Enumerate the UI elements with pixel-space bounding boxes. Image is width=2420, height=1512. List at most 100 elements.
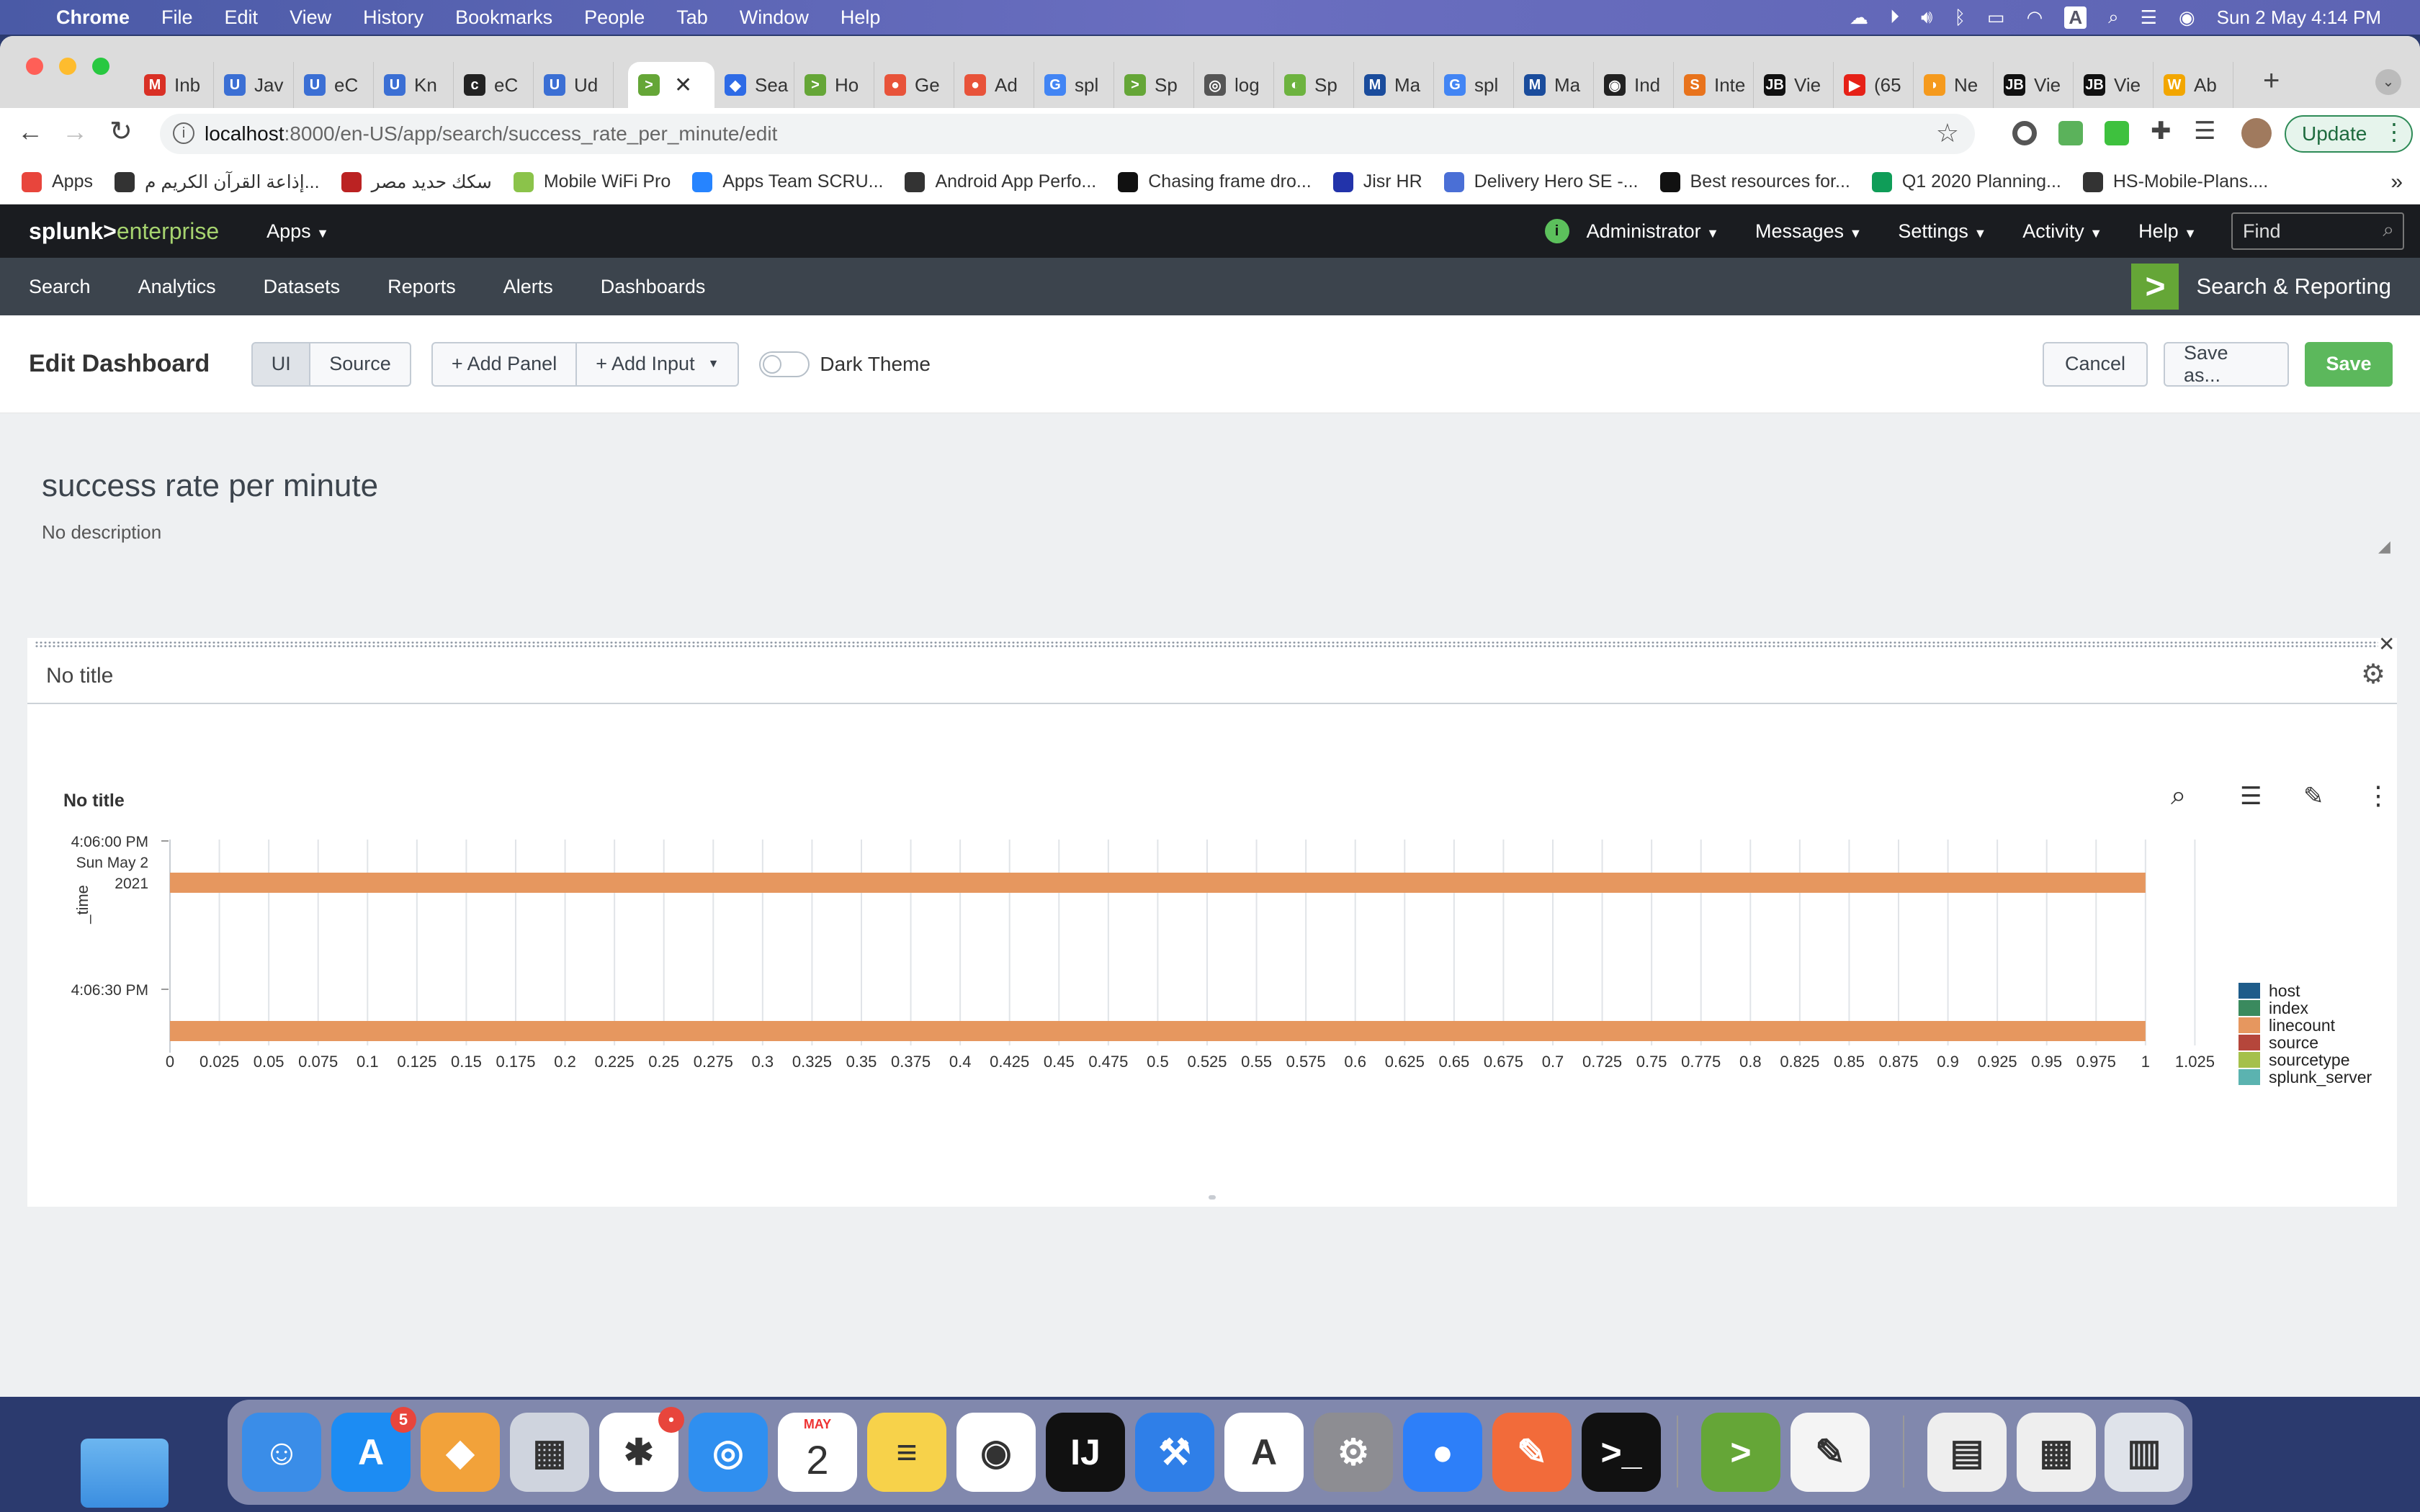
health-status-icon[interactable]: i	[1544, 219, 1569, 243]
extension-green-icon[interactable]	[2105, 121, 2129, 145]
ui-mode-button[interactable]: UI	[251, 341, 311, 387]
legend-item-source[interactable]: source	[2238, 1033, 2372, 1052]
tab-23[interactable]: JB Vie	[1994, 62, 2074, 108]
dock-intellij-icon[interactable]: IJ	[1046, 1413, 1125, 1492]
viz-format-icon[interactable]: ☰	[2240, 782, 2262, 811]
extension-evernote-icon[interactable]	[2058, 121, 2083, 145]
close-window-icon[interactable]	[26, 58, 43, 75]
tab-11[interactable]: Gspl	[1034, 62, 1114, 108]
viz-more-icon[interactable]: ⋮	[2365, 780, 2391, 811]
menu-people[interactable]: People	[584, 6, 645, 29]
chart-resize-dot[interactable]	[1209, 1195, 1216, 1200]
tab-close-icon[interactable]: ✕	[674, 73, 692, 98]
tab-12[interactable]: > Sp	[1114, 62, 1194, 108]
menu-app-name[interactable]: Chrome	[56, 6, 130, 29]
profile-avatar[interactable]	[2241, 118, 2272, 148]
tab-19[interactable]: S Inte	[1674, 62, 1754, 108]
tab-22[interactable]: ◗ Ne	[1914, 62, 1994, 108]
extension-opera-icon[interactable]	[2012, 121, 2037, 145]
panel-settings-gear-icon[interactable]: ⚙	[2361, 658, 2385, 690]
add-input-button[interactable]: + Add Input ▼	[577, 341, 740, 387]
menu-help[interactable]: Help	[841, 6, 881, 29]
dock-xcode-icon[interactable]: ⚒	[1135, 1413, 1214, 1492]
volume-icon[interactable]: 🔊︎	[1921, 6, 1932, 29]
help-menu[interactable]: Help ▼	[2138, 220, 2197, 243]
bookmark-item[interactable]: Best resources for...	[1659, 171, 1850, 192]
viz-search-icon[interactable]: ⌕	[2171, 780, 2186, 811]
menu-bookmarks[interactable]: Bookmarks	[455, 6, 552, 29]
tab-9[interactable]: ● Ge	[874, 62, 954, 108]
dock-slack-icon[interactable]: ✱ •	[599, 1407, 684, 1492]
bookmark-item[interactable]: Q1 2020 Planning...	[1871, 171, 2061, 192]
dock-documents-icon[interactable]: ▤	[1927, 1413, 2007, 1492]
legend-item-index[interactable]: index	[2238, 999, 2372, 1017]
tab-4[interactable]: U Kn	[374, 62, 454, 108]
reload-icon[interactable]: ↻	[109, 115, 133, 148]
chrome-menu-icon[interactable]: ⋮	[2383, 118, 2406, 145]
menu-tab[interactable]: Tab	[676, 6, 708, 29]
menu-history[interactable]: History	[363, 6, 424, 29]
dock-system-preferences-icon[interactable]: ⚙	[1314, 1413, 1393, 1492]
user-menu[interactable]: Administrator ▼	[1587, 220, 1719, 243]
search-icon[interactable]: ⌕	[2383, 218, 2394, 242]
tab-10[interactable]: ● Ad	[954, 62, 1034, 108]
bookmark-item[interactable]: سكك حديد مصر	[341, 171, 492, 193]
reading-list-icon[interactable]: ☰	[2194, 117, 2215, 145]
tab-13[interactable]: ◎ log	[1194, 62, 1274, 108]
legend-item-sourcetype[interactable]: sourcetype	[2238, 1050, 2372, 1069]
dock-notes-icon[interactable]: ≡	[867, 1413, 946, 1492]
siri-icon[interactable]: ◉	[2179, 6, 2195, 29]
bookmark-item[interactable]: Apps Team SCRU...	[692, 171, 883, 192]
tab-21[interactable]: ▶ (65	[1834, 62, 1914, 108]
wifi-icon[interactable]: ◠	[2027, 6, 2043, 29]
site-info-icon[interactable]: i	[173, 122, 194, 144]
nav-reports[interactable]: Reports	[387, 276, 456, 298]
folder-icon[interactable]	[81, 1439, 169, 1508]
splunk-logo[interactable]: splunk>enterprise	[29, 218, 219, 245]
tab-16[interactable]: Gspl	[1434, 62, 1514, 108]
dock-app-store-icon[interactable]: A5	[331, 1407, 416, 1492]
bookmark-star-icon[interactable]: ☆	[1936, 118, 1959, 148]
nav-dashboards[interactable]: Dashboards	[601, 276, 706, 298]
battery-icon[interactable]: ▭	[1987, 6, 2005, 29]
tab-7[interactable]: ◆ Sea	[714, 62, 794, 108]
dock-safari-icon[interactable]: ◎	[689, 1413, 768, 1492]
menu-window[interactable]: Window	[740, 6, 809, 29]
dock-finder-icon[interactable]: ☺	[242, 1413, 321, 1492]
dock-chrome-icon[interactable]: ◉	[956, 1413, 1036, 1492]
bookmark-item[interactable]: Jisr HR	[1332, 171, 1422, 192]
menubar-clock[interactable]: Sun 2 May 4:14 PM	[2217, 6, 2381, 29]
dock-android-studio-icon[interactable]: A	[1224, 1413, 1304, 1492]
dark-theme-toggle[interactable]	[759, 351, 810, 377]
apps-menu[interactable]: Apps ▼	[266, 220, 329, 243]
tab-5[interactable]: c eC	[454, 62, 534, 108]
panel-drag-handle[interactable]	[35, 641, 2378, 648]
forward-icon[interactable]: →	[62, 117, 88, 147]
tab-active[interactable]: > ✕	[628, 62, 714, 108]
tab-17[interactable]: M Ma	[1514, 62, 1594, 108]
input-source-icon[interactable]: A	[2064, 6, 2087, 29]
dock-postman-icon[interactable]: ✎	[1492, 1413, 1572, 1492]
activity-menu[interactable]: Activity ▼	[2022, 220, 2102, 243]
bookmark-item[interactable]: Chasing frame dro...	[1118, 171, 1312, 192]
dock-splunk-icon[interactable]: >	[1701, 1413, 1780, 1492]
app-name[interactable]: Search & Reporting	[2196, 274, 2391, 300]
zoom-window-icon[interactable]	[92, 58, 109, 75]
dock-blimp-icon[interactable]: ◆	[421, 1413, 500, 1492]
save-button[interactable]: Save	[2305, 341, 2393, 387]
dashboard-description[interactable]: No description	[42, 521, 161, 544]
settings-menu[interactable]: Settings ▼	[1898, 220, 1986, 243]
bookmark-item[interactable]: Delivery Hero SE -...	[1443, 171, 1639, 192]
add-panel-button[interactable]: + Add Panel	[431, 341, 578, 387]
nav-analytics[interactable]: Analytics	[138, 276, 216, 298]
minimize-window-icon[interactable]	[59, 58, 76, 75]
control-center-icon[interactable]: ☰	[2141, 6, 2157, 29]
legend-item-host[interactable]: host	[2238, 981, 2372, 1000]
resize-handle-icon[interactable]: ◢	[2378, 537, 2390, 556]
bookmark-item[interactable]: Apps	[22, 171, 93, 192]
dock-textedit-icon[interactable]: ✎	[1791, 1413, 1870, 1492]
tab-2[interactable]: U Jav	[214, 62, 294, 108]
panel-close-icon[interactable]: ✕	[2378, 632, 2395, 656]
legend-item-splunk_server[interactable]: splunk_server	[2238, 1068, 2372, 1086]
cloud-icon[interactable]: ☁	[1850, 6, 1868, 29]
